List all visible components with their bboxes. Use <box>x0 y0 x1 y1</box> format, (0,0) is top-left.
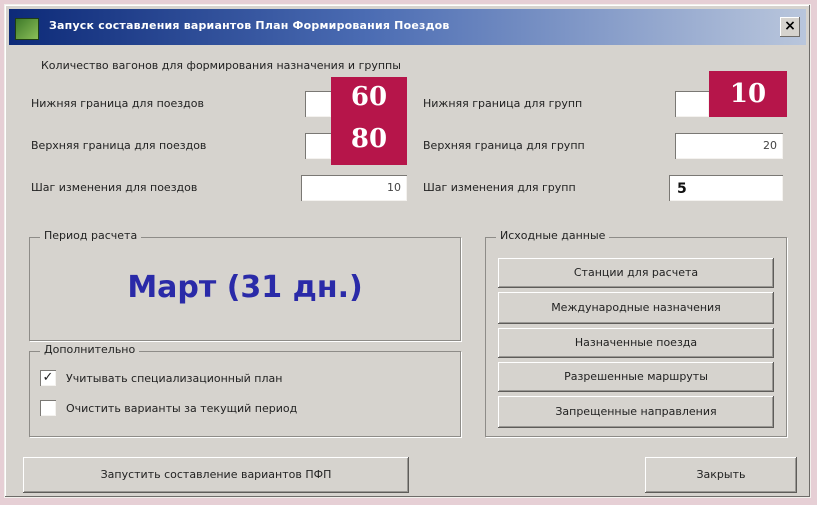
trains-lower-value: 60 <box>331 77 407 117</box>
trains-step-label: Шаг изменения для поездов <box>31 181 198 194</box>
groups-lower-label: Нижняя граница для групп <box>423 97 583 110</box>
app-icon <box>15 18 39 40</box>
period-group: Период расчета Март (31 дн.) <box>29 229 461 341</box>
period-month: Март (31 дн.) <box>127 270 363 305</box>
close-button[interactable]: Закрыть <box>645 457 797 493</box>
trains-upper-input[interactable] <box>305 133 331 159</box>
groups-lower-input[interactable] <box>675 91 709 117</box>
counts-caption: Количество вагонов для формирования назн… <box>41 59 401 72</box>
specialization-checkbox[interactable]: ✓ <box>40 370 56 386</box>
stations-button[interactable]: Станции для расчета <box>498 258 774 288</box>
period-title: Период расчета <box>40 229 142 242</box>
trains-lower-label: Нижняя граница для поездов <box>31 97 204 110</box>
forbidden-directions-button[interactable]: Запрещенные направления <box>498 396 774 428</box>
groups-step-input[interactable]: 5 <box>669 175 783 201</box>
close-icon[interactable]: × <box>780 17 800 37</box>
assigned-trains-button[interactable]: Назначенные поезда <box>498 328 774 358</box>
window-title: Запуск составления вариантов План Формир… <box>49 19 450 32</box>
trains-upper-value: 80 <box>331 117 407 165</box>
source-title: Исходные данные <box>496 229 610 242</box>
clear-variants-checkbox[interactable] <box>40 400 56 416</box>
groups-lower-value: 10 <box>709 71 787 117</box>
source-group: Исходные данные Станции для расчета Межд… <box>485 229 787 437</box>
trains-step-input[interactable]: 10 <box>301 175 407 201</box>
title-bar[interactable]: Запуск составления вариантов План Формир… <box>9 9 806 45</box>
dialog-window: Запуск составления вариантов План Формир… <box>4 4 811 498</box>
extra-title: Дополнительно <box>40 343 140 356</box>
start-calculation-button[interactable]: Запустить составление вариантов ПФП <box>23 457 409 493</box>
groups-step-label: Шаг изменения для групп <box>423 181 576 194</box>
clear-variants-checkbox-label: Очистить варианты за текущий период <box>66 402 298 415</box>
allowed-routes-button[interactable]: Разрешенные маршруты <box>498 362 774 392</box>
extra-group: Дополнительно ✓ Учитывать специализацион… <box>29 343 461 437</box>
groups-upper-input[interactable]: 20 <box>675 133 783 159</box>
specialization-checkbox-label: Учитывать специализационный план <box>66 372 283 385</box>
groups-upper-label: Верхняя граница для групп <box>423 139 585 152</box>
trains-upper-label: Верхняя граница для поездов <box>31 139 207 152</box>
trains-lower-input[interactable] <box>305 91 331 117</box>
international-destinations-button[interactable]: Международные назначения <box>498 292 774 324</box>
